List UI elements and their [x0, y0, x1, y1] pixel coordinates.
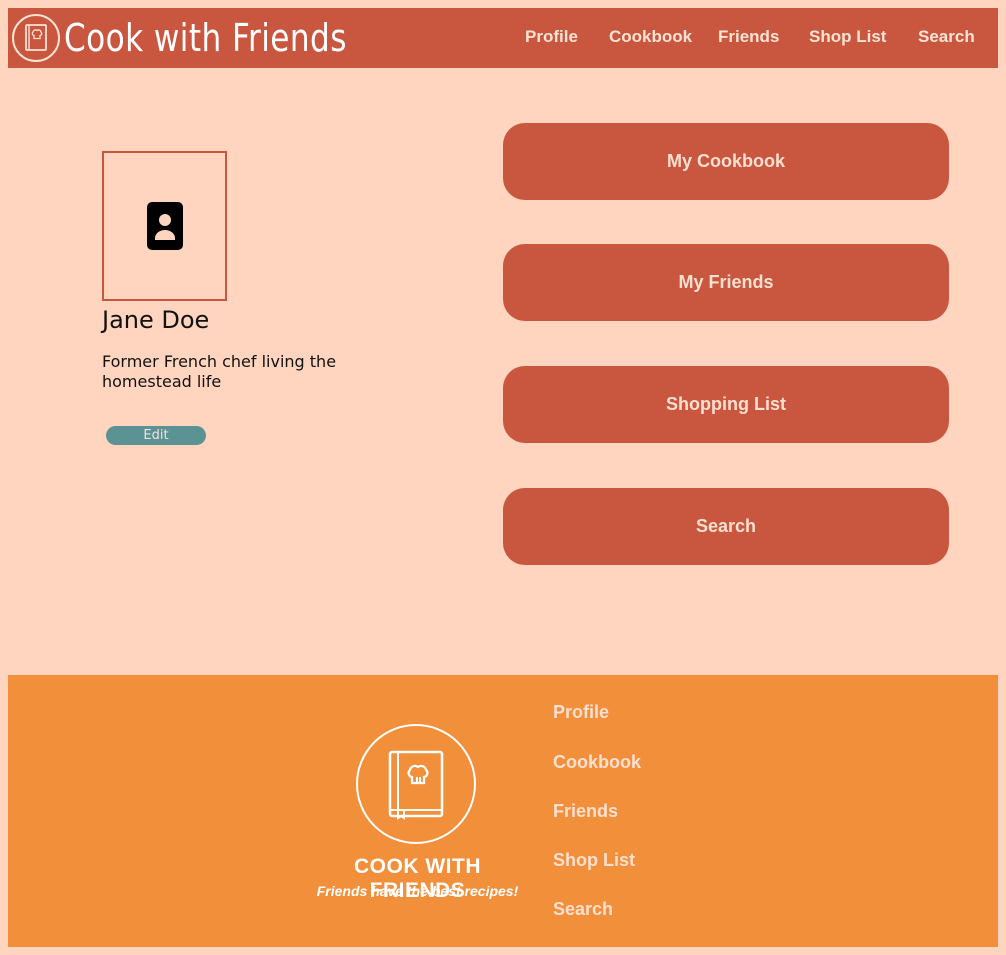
search-button[interactable]: Search — [503, 488, 949, 565]
nav-cookbook[interactable]: Cookbook — [609, 27, 692, 47]
profile-bio: Former French chef living the homestead … — [102, 352, 337, 391]
footer-link-shop-list[interactable]: Shop List — [553, 850, 635, 871]
my-cookbook-button[interactable]: My Cookbook — [503, 123, 949, 200]
page: Cook with Friends Profile Cookbook Frien… — [0, 0, 1006, 955]
footer-link-profile[interactable]: Profile — [553, 702, 609, 723]
site-title: Cook with Friends — [64, 16, 347, 60]
footer-link-cookbook[interactable]: Cookbook — [553, 752, 641, 773]
nav-shop-list[interactable]: Shop List — [809, 27, 886, 47]
contact-person-icon — [146, 202, 183, 250]
nav-friends[interactable]: Friends — [718, 27, 779, 47]
footer: COOK WITH FRIENDS Friends have the best … — [8, 675, 998, 947]
cookbook-logo-icon — [356, 724, 476, 844]
footer-link-friends[interactable]: Friends — [553, 801, 618, 822]
footer-tagline: Friends have the best recipes! — [316, 883, 519, 899]
profile-name: Jane Doe — [102, 306, 210, 334]
nav-search[interactable]: Search — [918, 27, 975, 47]
logo-link[interactable]: Cook with Friends — [12, 14, 409, 62]
cookbook-logo-icon — [12, 14, 60, 62]
shopping-list-button[interactable]: Shopping List — [503, 366, 949, 443]
my-friends-button[interactable]: My Friends — [503, 244, 949, 321]
nav-profile[interactable]: Profile — [525, 27, 578, 47]
footer-link-search[interactable]: Search — [553, 899, 613, 920]
profile-photo — [102, 151, 227, 301]
header: Cook with Friends Profile Cookbook Frien… — [8, 8, 998, 68]
edit-profile-button[interactable]: Edit — [106, 426, 206, 445]
top-nav: Profile Cookbook Friends Shop List Searc… — [508, 8, 998, 68]
